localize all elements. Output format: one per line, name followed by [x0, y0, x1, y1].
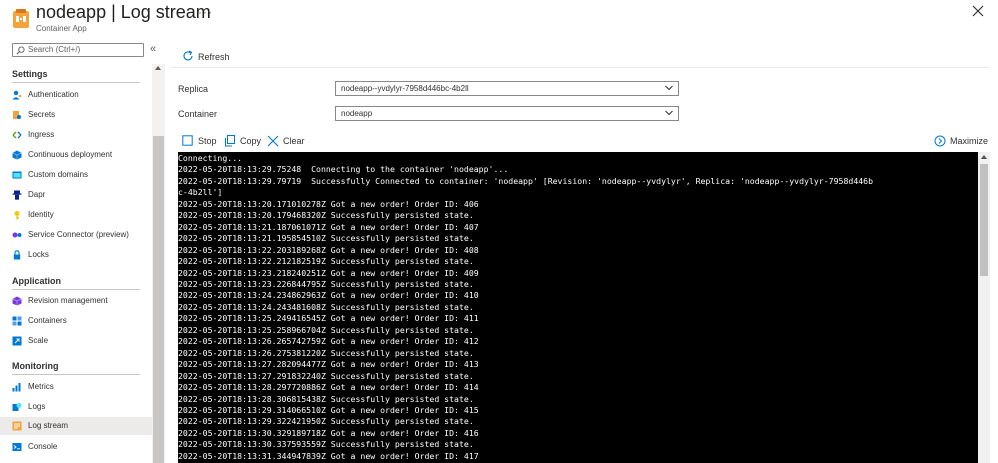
- page-title: nodeapp | Log stream: [36, 2, 211, 22]
- log-line: 2022-05-20T18:13:28.297720886Z Got a new…: [178, 382, 479, 393]
- search-icon: [16, 46, 25, 55]
- log-line: c-4b2ll']: [178, 187, 223, 198]
- collapse-sidebar-button[interactable]: «: [150, 43, 156, 55]
- console-scrollbar[interactable]: [978, 152, 990, 463]
- containers-icon: [12, 316, 22, 326]
- user-key-icon: [12, 90, 22, 100]
- log-line: 2022-05-20T18:13:20.171010278Z Got a new…: [178, 198, 479, 209]
- search-placeholder: Search (Ctrl+/): [28, 45, 81, 54]
- sidebar-item-locks[interactable]: Locks: [0, 246, 152, 264]
- log-line: 2022-05-20T18:13:22.212182519Z Successfu…: [178, 256, 474, 267]
- log-line: 2022-05-20T18:13:29.314066510Z Got a new…: [178, 404, 479, 415]
- container-label: Container: [178, 109, 218, 119]
- globe-icon: [12, 171, 22, 179]
- stop-icon: [182, 135, 193, 146]
- log-line: 2022-05-20T18:13:28.306815438Z Successfu…: [178, 393, 474, 404]
- sidebar-scrollbar-thumb[interactable]: [153, 136, 164, 463]
- log-line: 2022-05-20T18:13:25.258966704Z Successfu…: [178, 324, 474, 335]
- sidebar-item-ingress[interactable]: Ingress: [0, 126, 152, 144]
- ingress-icon: [12, 131, 22, 139]
- copy-icon: [225, 135, 235, 147]
- metrics-icon: [12, 383, 21, 392]
- section-settings: Settings: [12, 69, 48, 79]
- console-icon: [12, 443, 22, 451]
- log-line: 2022-05-20T18:13:23.218240251Z Got a new…: [178, 267, 479, 278]
- sidebar-item-dapr[interactable]: Dapr: [0, 186, 152, 204]
- sidebar-item-service-connector[interactable]: Service Connector (preview): [0, 226, 152, 244]
- log-console[interactable]: Connecting... 2022-05-20T18:13:29.75248 C…: [178, 152, 978, 463]
- sidebar-item-logs[interactable]: Logs: [0, 398, 152, 416]
- sidebar: Search (Ctrl+/) « Settings Authenticatio…: [0, 38, 166, 463]
- log-stream-page: nodeapp | Log stream Container App ··· S…: [0, 0, 998, 463]
- sidebar-item-revision-management[interactable]: Revision management: [0, 292, 152, 310]
- log-line: 2022-05-20T18:13:21.195854510Z Successfu…: [178, 233, 474, 244]
- sidebar-item-containers[interactable]: Containers: [0, 312, 152, 330]
- dapr-icon: [12, 190, 22, 200]
- log-line: 2022-05-20T18:13:24.234862963Z Got a new…: [178, 290, 479, 301]
- log-line: 2022-05-20T18:13:27.291832240Z Successfu…: [178, 370, 474, 381]
- container-app-icon: [13, 9, 29, 28]
- scroll-up-icon[interactable]: [981, 155, 987, 159]
- lock-icon: [13, 250, 21, 260]
- identity-icon: [14, 211, 20, 220]
- more-options-button[interactable]: ···: [198, 5, 213, 19]
- log-line: 2022-05-20T18:13:29.322421950Z Successfu…: [178, 416, 474, 427]
- log-line: 2022-05-20T18:13:26.265742759Z Got a new…: [178, 336, 479, 347]
- log-line: 2022-05-20T18:13:24.243481608Z Successfu…: [178, 301, 474, 312]
- log-line: 2022-05-20T18:13:31.344947839Z Got a new…: [178, 450, 479, 461]
- log-stream-icon: [12, 421, 22, 431]
- replica-dropdown[interactable]: nodeapp--yvdylyr-7958d446bc-4b2ll: [335, 81, 679, 96]
- page-subtitle: Container App: [36, 24, 87, 33]
- log-line: 2022-05-20T18:13:27.282094477Z Got a new…: [178, 359, 479, 370]
- sidebar-item-continuous-deployment[interactable]: Continuous deployment: [0, 146, 152, 164]
- log-line: 2022-05-20T18:13:26.275381220Z Successfu…: [178, 347, 474, 358]
- section-divider: [12, 289, 140, 290]
- sidebar-item-scale[interactable]: Scale: [0, 332, 152, 350]
- sidebar-item-console[interactable]: Console: [0, 438, 152, 456]
- log-line: Connecting...: [178, 153, 243, 163]
- log-line: 2022-05-20T18:13:30.337593559Z Successfu…: [178, 439, 474, 450]
- log-line: 2022-05-20T18:13:22.203189268Z Got a new…: [178, 244, 479, 255]
- logs-icon: [12, 403, 22, 411]
- log-line: 2022-05-20T18:13:29.75248 Connecting to …: [178, 164, 509, 175]
- log-line: 2022-05-20T18:13:20.179468320Z Successfu…: [178, 210, 474, 221]
- section-application: Application: [12, 276, 61, 286]
- container-dropdown[interactable]: nodeapp: [335, 106, 679, 121]
- page-header: nodeapp | Log stream Container App ···: [0, 0, 998, 38]
- sidebar-item-custom-domains[interactable]: Custom domains: [0, 166, 152, 184]
- clear-icon: [267, 135, 279, 147]
- log-line: 2022-05-20T18:13:25.249416545Z Got a new…: [178, 313, 479, 324]
- log-line: 2022-05-20T18:13:21.187061071Z Got a new…: [178, 221, 479, 232]
- scroll-up-icon[interactable]: [155, 66, 161, 70]
- sidebar-scrollbar[interactable]: [152, 64, 165, 463]
- connector-icon: [12, 232, 22, 238]
- refresh-icon: [183, 50, 193, 61]
- sidebar-item-metrics[interactable]: Metrics: [0, 378, 152, 396]
- chevron-down-icon: [665, 85, 673, 91]
- revision-icon: [12, 296, 22, 306]
- log-line: 2022-05-20T18:13:29.79719 Successfully C…: [178, 175, 874, 186]
- sidebar-item-authentication[interactable]: Authentication: [0, 86, 152, 104]
- cube-icon: [12, 150, 22, 160]
- sidebar-item-secrets[interactable]: Secrets: [0, 106, 152, 124]
- log-line: 2022-05-20T18:13:30.329189718Z Got a new…: [178, 427, 479, 438]
- chevron-down-icon: [665, 110, 673, 116]
- sidebar-item-log-stream[interactable]: Log stream: [0, 417, 152, 435]
- scale-icon: [12, 336, 22, 346]
- toolbar-divider: [170, 67, 990, 68]
- console-scrollbar-thumb[interactable]: [980, 164, 988, 276]
- main-content: Refresh Replica nodeapp--yvdylyr-7958d44…: [170, 38, 998, 463]
- section-monitoring: Monitoring: [12, 361, 59, 371]
- section-divider: [12, 82, 140, 83]
- log-line: 2022-05-20T18:13:23.226844795Z Successfu…: [178, 278, 474, 289]
- sidebar-item-identity[interactable]: Identity: [0, 206, 152, 224]
- replica-label: Replica: [178, 84, 209, 94]
- key-icon: [13, 111, 21, 119]
- close-icon[interactable]: [971, 4, 985, 18]
- section-divider: [12, 374, 140, 375]
- maximize-icon: [934, 135, 946, 147]
- search-input[interactable]: Search (Ctrl+/): [12, 43, 144, 57]
